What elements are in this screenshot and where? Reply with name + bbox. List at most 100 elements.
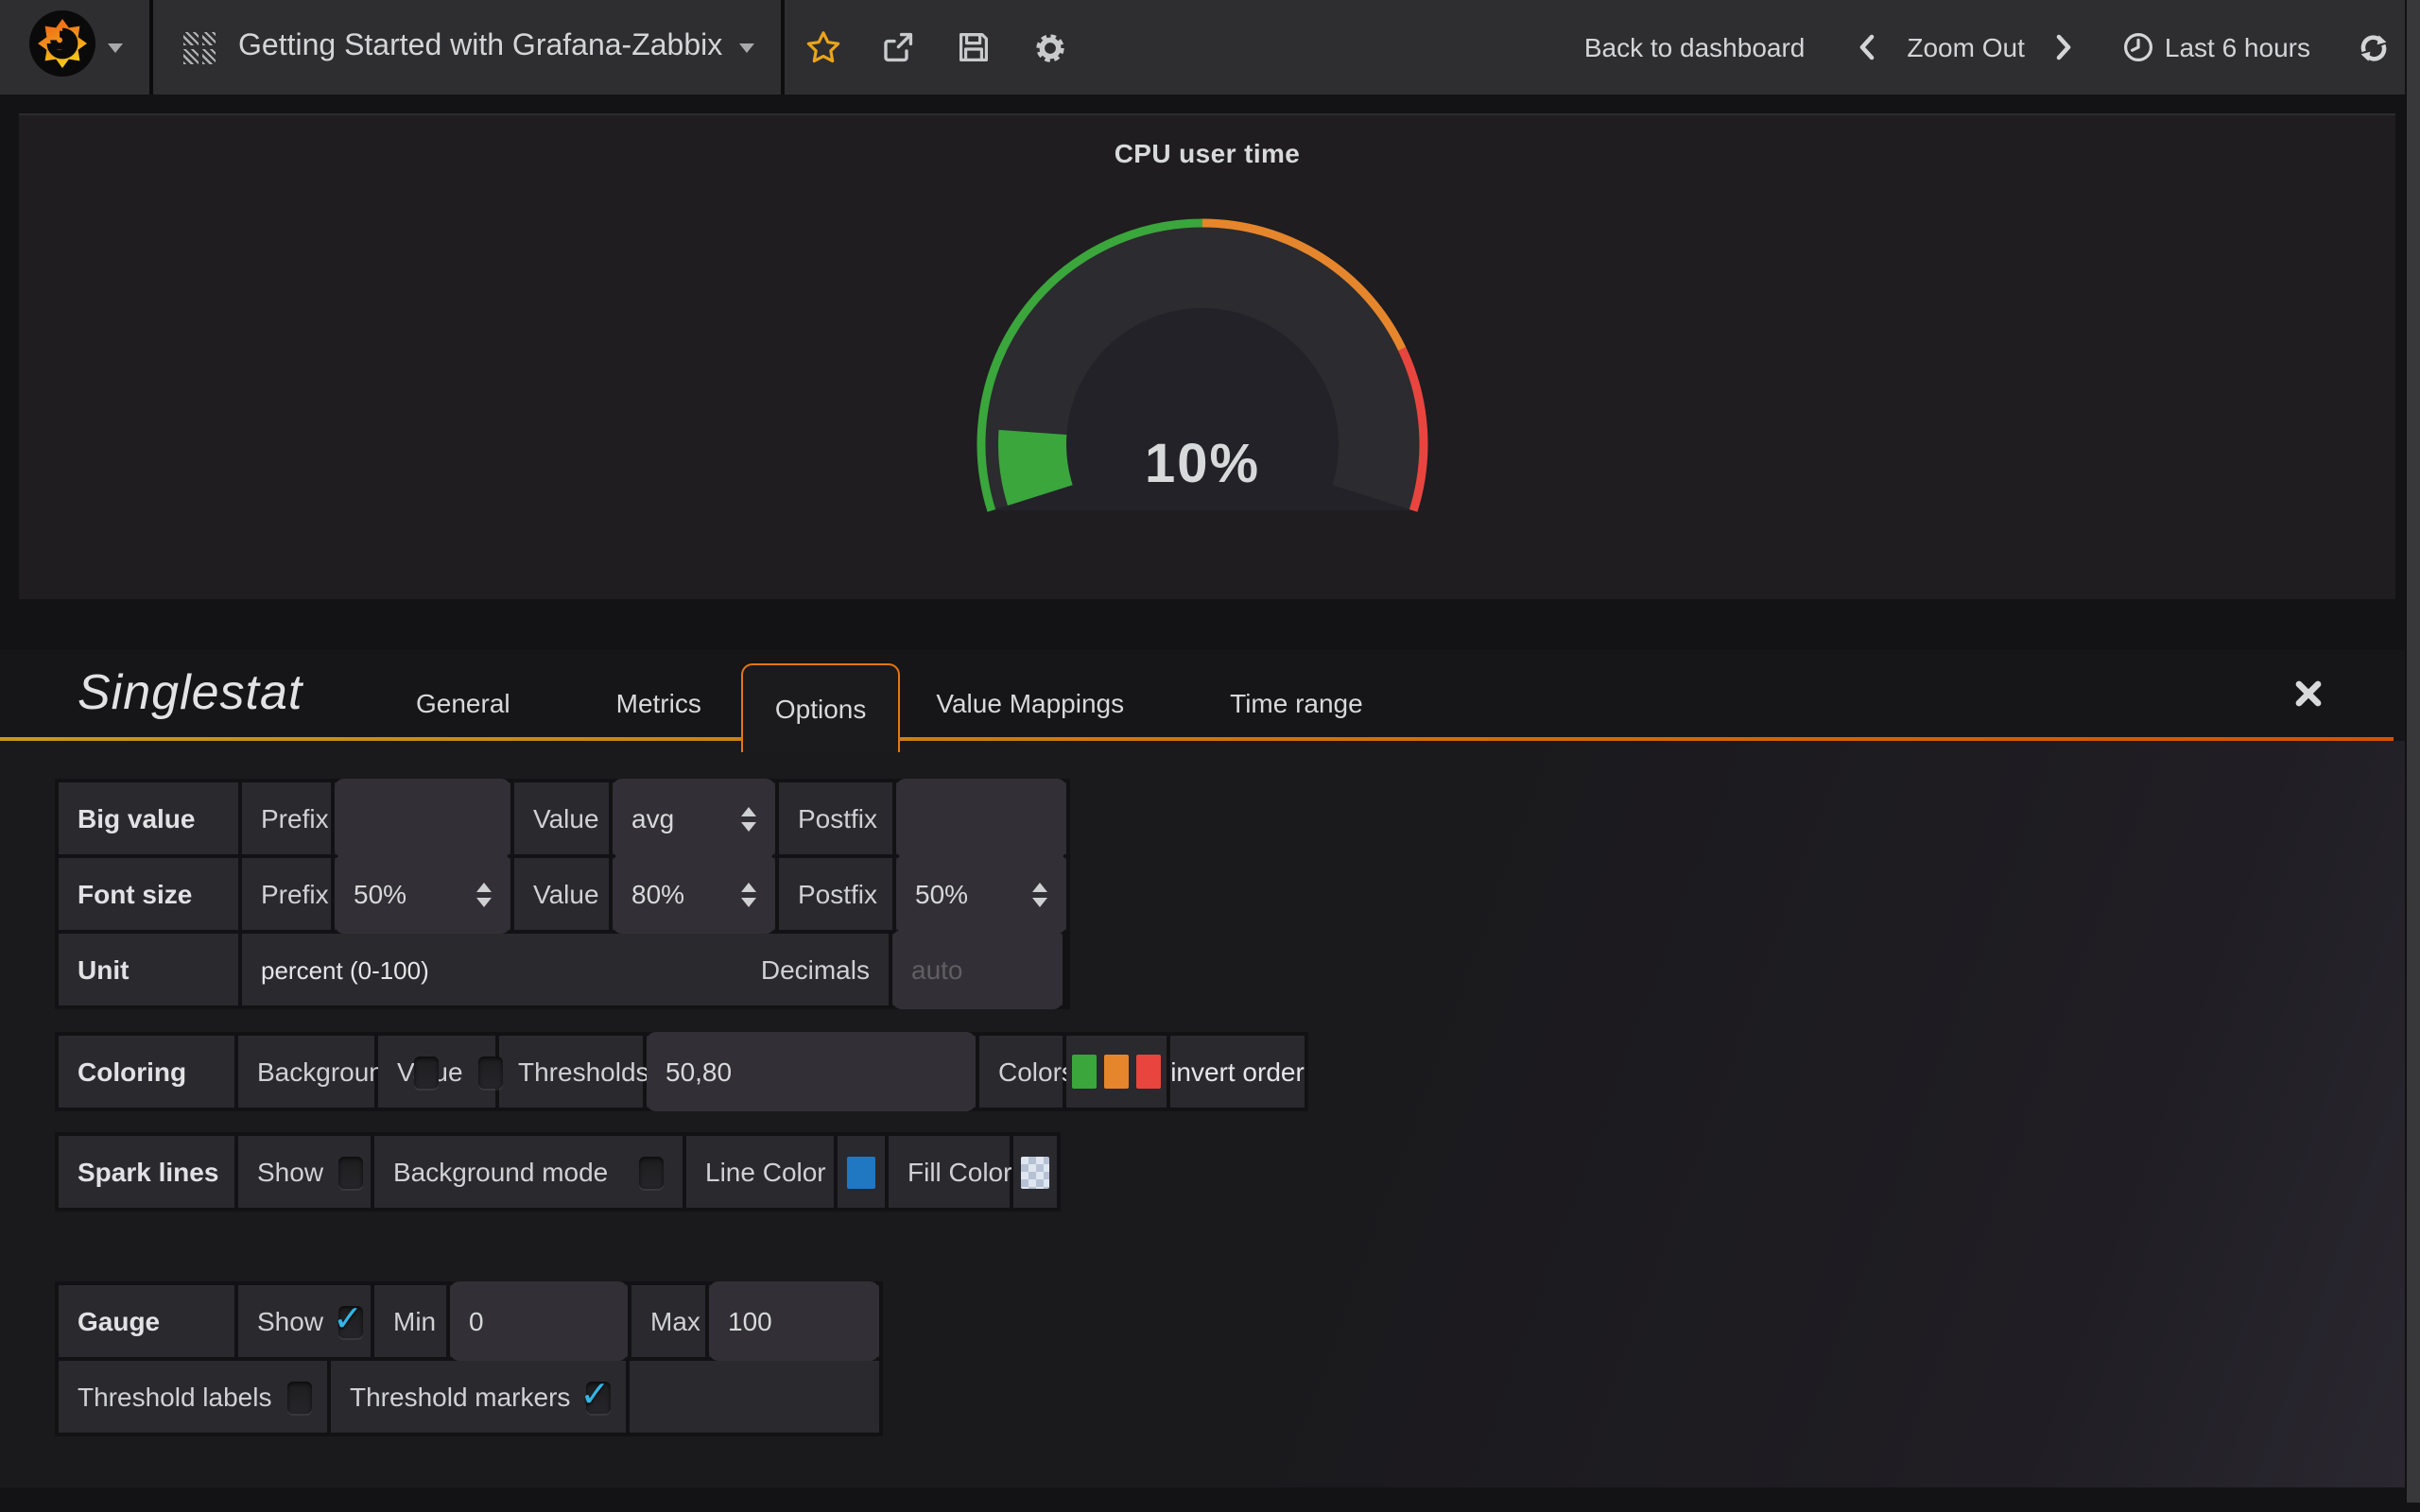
clock-icon [2123, 32, 2153, 62]
gauge-show-checkbox[interactable]: ✓ [338, 1305, 363, 1337]
panel-editor: Singlestat General Metrics Options Value… [0, 650, 2407, 1491]
coloring-value-checkbox[interactable] [478, 1056, 503, 1088]
thresholds-input[interactable] [647, 1032, 976, 1111]
postfix-size-select[interactable]: 50% [896, 854, 1066, 934]
navbar: Getting Started with Grafana-Zabbix [0, 0, 2420, 94]
value-label: Value [514, 858, 609, 930]
gauge-show-label: Show [257, 1306, 323, 1336]
singlestat-panel: CPU user time 10% [19, 113, 2395, 599]
close-icon [2293, 679, 2324, 709]
color-swatch-red[interactable] [1136, 1055, 1161, 1089]
color-swatch-orange[interactable] [1104, 1055, 1129, 1089]
time-shift-left-button[interactable] [1846, 26, 1888, 68]
value-size-select[interactable]: 80% [613, 854, 775, 934]
empty-cell [630, 1361, 879, 1433]
threshold-labels-checkbox[interactable] [286, 1381, 311, 1413]
thresholds-label: Thresholds [518, 1057, 649, 1087]
value-options-block: Big value Prefix Value avg Postfix Font … [55, 779, 1070, 1009]
select-spinner-icon [741, 882, 756, 906]
fill-color-swatch[interactable] [1021, 1156, 1049, 1188]
gauge: 10% [957, 198, 1448, 520]
chevron-right-icon [2056, 34, 2073, 60]
chevron-left-icon [1858, 34, 1876, 60]
spark-show-label: Show [257, 1157, 323, 1187]
spark-lines-block: Spark lines Show Background mode Line Co… [55, 1132, 1061, 1211]
panel-title[interactable]: CPU user time [19, 138, 2395, 168]
decimals-label: Decimals [761, 954, 870, 985]
decimals-input[interactable] [892, 930, 1063, 1009]
select-spinner-icon [741, 806, 756, 831]
max-label: Max [631, 1285, 705, 1357]
prefix-size-selected: 50% [354, 879, 406, 909]
save-button[interactable] [936, 0, 1011, 94]
value-label: Value [514, 782, 609, 854]
unit-label: Unit [59, 934, 238, 1005]
threshold-color-swatches [1072, 1055, 1161, 1089]
grafana-menu-button[interactable] [0, 0, 153, 94]
back-to-dashboard-button[interactable]: Back to dashboard [1584, 32, 1806, 62]
star-button[interactable] [785, 0, 860, 94]
editor-panel-type: Singlestat [78, 663, 302, 722]
select-spinner-icon [1032, 882, 1047, 906]
navbar-right: Back to dashboard Zoom Out Last 6 hours [1584, 26, 2420, 68]
threshold-markers-label: Threshold markers [350, 1382, 570, 1412]
spark-show-checkbox[interactable] [338, 1156, 363, 1188]
value-size-selected: 80% [631, 879, 684, 909]
min-label: Min [374, 1285, 446, 1357]
font-size-label: Font size [59, 858, 238, 930]
unit-value-dropdown[interactable]: percent (0-100) [261, 955, 429, 984]
star-icon [804, 30, 840, 64]
settings-button[interactable] [1011, 0, 1087, 94]
share-button[interactable] [860, 0, 936, 94]
prefix-size-select[interactable]: 50% [335, 854, 510, 934]
invert-order-button[interactable]: invert order [1170, 1057, 1305, 1087]
threshold-markers-checkbox[interactable]: ✓ [585, 1381, 610, 1413]
threshold-labels-label: Threshold labels [78, 1382, 271, 1412]
time-shift-right-button[interactable] [2044, 26, 2085, 68]
gauge-value: 10% [1145, 433, 1260, 494]
min-input[interactable] [450, 1281, 628, 1361]
zoom-out-button[interactable]: Zoom Out [1907, 32, 2025, 62]
share-icon [881, 30, 915, 64]
tab-time-range[interactable]: Time range [1194, 665, 1399, 741]
refresh-button[interactable] [2352, 26, 2394, 68]
postfix-size-selected: 50% [915, 879, 968, 909]
prefix-input[interactable] [335, 779, 510, 858]
tab-metrics[interactable]: Metrics [580, 665, 737, 741]
coloring-block: Coloring Background Value Thresholds ? [55, 1032, 1308, 1111]
max-input[interactable] [709, 1281, 879, 1361]
value-stat-select[interactable]: avg [613, 779, 775, 858]
big-value-label: Big value [59, 782, 238, 854]
refresh-icon [2357, 31, 2389, 63]
dashboard-title-dropdown[interactable]: Getting Started with Grafana-Zabbix [238, 30, 754, 64]
dashboard-title: Getting Started with Grafana-Zabbix [238, 30, 722, 64]
color-swatch-green[interactable] [1072, 1055, 1097, 1089]
editor-tabs: General Metrics Options Value Mappings T… [380, 663, 1399, 741]
gauge-options-block: Gauge Show ✓ Min Max Threshold labels [55, 1281, 883, 1436]
time-range-label: Last 6 hours [2165, 32, 2310, 62]
postfix-label: Postfix [779, 782, 892, 854]
coloring-label: Coloring [59, 1036, 234, 1108]
options-tab-content: Big value Prefix Value avg Postfix Font … [0, 741, 2407, 1487]
tab-value-mappings[interactable]: Value Mappings [900, 665, 1160, 741]
tab-general[interactable]: General [380, 665, 546, 741]
select-spinner-icon [476, 882, 492, 906]
grafana-logo-icon [27, 9, 95, 86]
line-color-label: Line Color [686, 1136, 834, 1208]
fill-color-label: Fill Color [889, 1136, 1010, 1208]
save-icon [957, 30, 991, 64]
background-mode-checkbox[interactable] [639, 1156, 664, 1188]
postfix-input[interactable] [896, 779, 1066, 858]
time-picker-button[interactable]: Last 6 hours [2123, 32, 2310, 62]
gear-icon [1031, 29, 1067, 65]
editor-header: Singlestat General Metrics Options Value… [0, 650, 2407, 741]
grafana-app: Getting Started with Grafana-Zabbix [0, 0, 2420, 1512]
close-editor-button[interactable] [2293, 679, 2324, 718]
line-color-swatch[interactable] [847, 1156, 875, 1188]
prefix-label: Prefix [242, 782, 331, 854]
chevron-down-icon [739, 43, 754, 52]
tab-options[interactable]: Options [741, 663, 901, 752]
coloring-background-checkbox[interactable] [413, 1056, 438, 1088]
scrollbar[interactable] [2405, 0, 2420, 1503]
dashboard-grid-icon [183, 31, 216, 63]
